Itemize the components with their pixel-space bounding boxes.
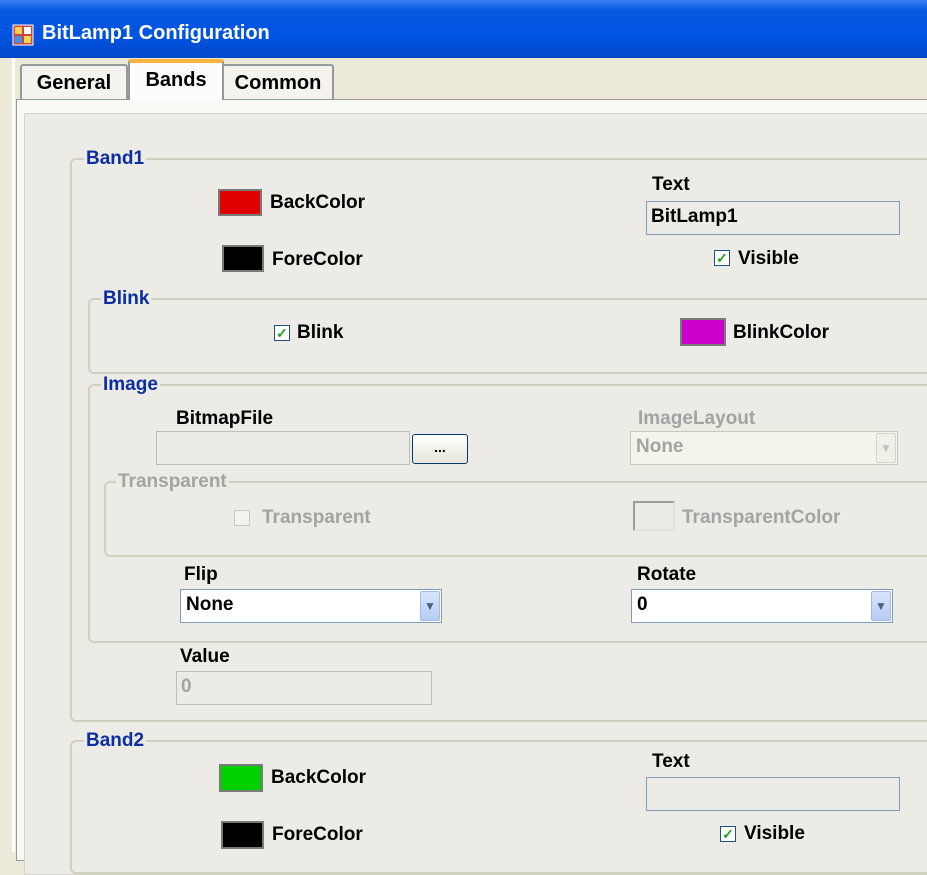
rotate-select[interactable]: 0 ▼ [631, 589, 893, 623]
band2-text-field[interactable] [646, 777, 900, 811]
band2-visible-label: Visible [744, 823, 805, 844]
transparent-checkbox[interactable] [234, 510, 250, 526]
tab-bands[interactable]: Bands [128, 59, 224, 100]
tab-common[interactable]: Common [222, 64, 334, 100]
imagelayout-label: ImageLayout [638, 408, 756, 429]
rotate-label: Rotate [637, 564, 697, 585]
value-label: Value [180, 646, 230, 667]
band2-backcolor-label: BackColor [271, 767, 367, 788]
window-left-border [12, 58, 15, 852]
backcolor-swatch[interactable] [218, 189, 262, 216]
flip-label: Flip [184, 564, 218, 585]
band2-text-label: Text [652, 751, 690, 772]
band2-backcolor-swatch[interactable] [219, 764, 263, 792]
value-field[interactable]: 0 [176, 671, 432, 705]
chevron-down-icon: ▼ [876, 433, 896, 463]
backcolor-label: BackColor [270, 192, 366, 213]
flip-value: None [186, 594, 234, 615]
blink-label: Blink [297, 322, 344, 343]
band2-forecolor-swatch[interactable] [221, 821, 264, 849]
browse-button[interactable]: ... [412, 434, 468, 464]
blinkcolor-swatch[interactable] [680, 318, 726, 346]
imagelayout-value: None [636, 436, 684, 457]
transparent-label: Transparent [262, 507, 371, 528]
bitmapfile-field[interactable] [156, 431, 410, 465]
band1-title: Band1 [84, 148, 147, 170]
image-group-title: Image [101, 374, 160, 396]
blinkcolor-label: BlinkColor [733, 322, 830, 343]
forecolor-swatch[interactable] [222, 245, 264, 272]
window-title: BitLamp1 Configuration [42, 22, 270, 44]
rotate-value: 0 [637, 594, 648, 615]
text-label: Text [652, 174, 690, 195]
visible-label: Visible [738, 248, 799, 269]
app-icon [12, 24, 34, 46]
bitmapfile-label: BitmapFile [176, 408, 274, 429]
text-field[interactable]: BitLamp1 [646, 201, 900, 235]
tab-general[interactable]: General [20, 64, 128, 100]
transparentcolor-label: TransparentColor [682, 507, 841, 528]
blink-group-title: Blink [101, 288, 152, 310]
band2-title: Band2 [84, 730, 147, 752]
flip-select[interactable]: None ▼ [180, 589, 442, 623]
imagelayout-select[interactable]: None ▼ [630, 431, 898, 465]
chevron-down-icon: ▼ [420, 591, 440, 621]
blink-checkbox[interactable]: ✓ [274, 325, 290, 341]
band2-forecolor-label: ForeColor [272, 824, 363, 845]
band2-visible-checkbox[interactable]: ✓ [720, 826, 736, 842]
visible-checkbox[interactable]: ✓ [714, 250, 730, 266]
forecolor-label: ForeColor [272, 249, 363, 270]
transparent-group-title: Transparent [116, 471, 229, 493]
transparentcolor-swatch[interactable] [633, 501, 675, 531]
chevron-down-icon: ▼ [871, 591, 891, 621]
